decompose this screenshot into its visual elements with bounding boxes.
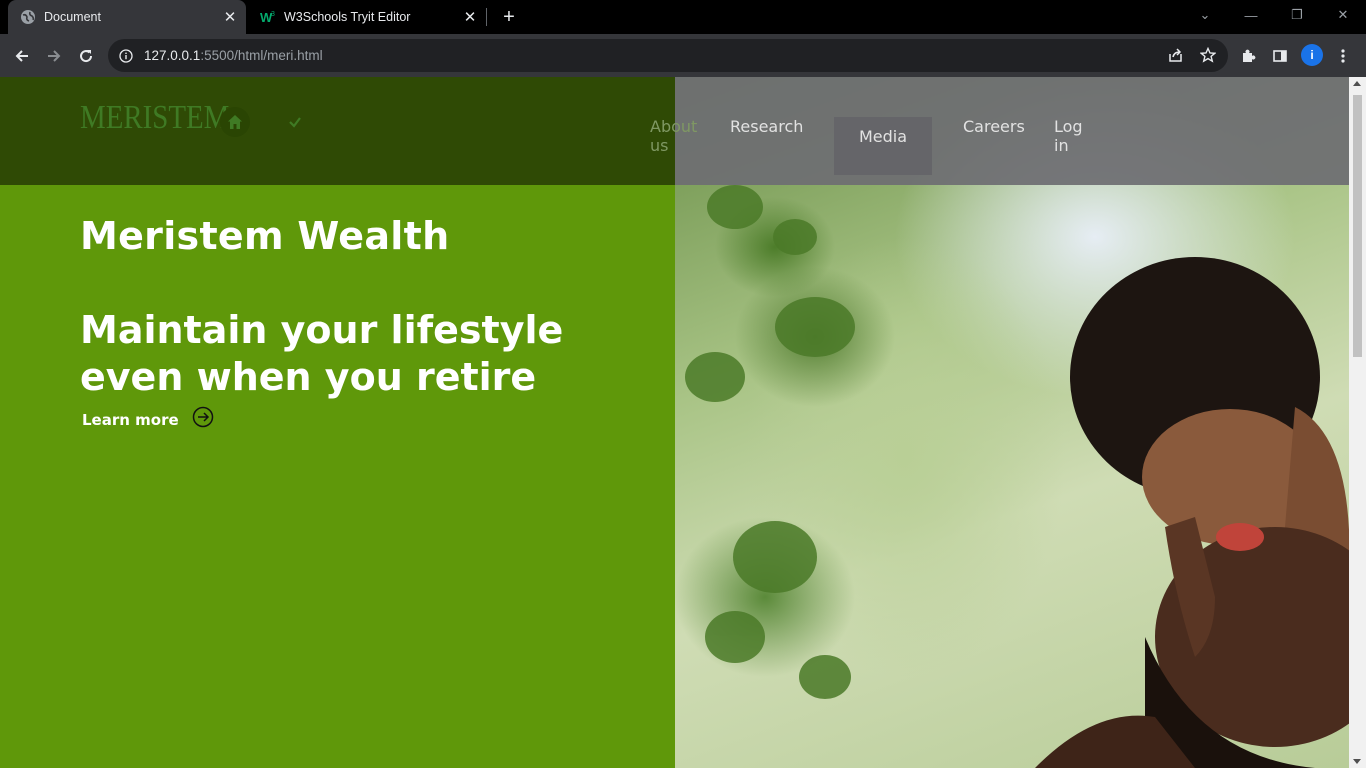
side-panel-icon[interactable] [1267,43,1293,69]
tab-document[interactable]: Document ✕ [8,0,246,34]
reload-button[interactable] [73,43,99,69]
hero-title: Meristem Wealth [80,214,450,258]
menu-kebab-icon[interactable] [1333,43,1353,69]
tab-title: Document [44,10,101,24]
restore-button[interactable]: ❐ [1274,0,1320,30]
scroll-up-icon[interactable] [1353,81,1361,86]
profile-avatar[interactable]: i [1301,44,1323,66]
back-button[interactable] [9,43,35,69]
share-icon[interactable] [1166,45,1186,65]
w3schools-icon: W3 [260,9,276,25]
forward-button[interactable] [41,43,67,69]
extensions-icon[interactable] [1235,43,1261,69]
address-bar[interactable]: 127.0.0.1:5500/html/meri.html [108,39,1228,72]
svg-text:3: 3 [271,11,275,18]
site-info-icon[interactable] [118,48,134,64]
scrollbar-thumb[interactable] [1353,95,1362,357]
nav-link-media-label: Media [858,127,908,146]
arrow-circle-right-icon[interactable] [192,406,214,428]
tab-strip: Document ✕ W3 W3Schools Tryit Editor ✕ +… [0,0,1366,34]
bookmark-star-icon[interactable] [1198,45,1218,65]
nav-link-about[interactable]: About us [650,117,710,155]
close-tab-icon[interactable]: ✕ [220,7,240,27]
scroll-down-icon[interactable] [1353,759,1361,764]
url-text: 127.0.0.1:5500/html/meri.html [144,48,323,63]
learn-more-link[interactable]: Learn more [82,406,214,429]
nav-link-login[interactable]: Log in [1054,117,1094,155]
minimize-button[interactable]: — [1228,0,1274,30]
site-logo[interactable]: MERISTEM [80,99,229,137]
page-scrollbar[interactable] [1349,77,1366,768]
site-header: MERISTEM About us Research Media Careers… [0,77,1349,185]
globe-icon [20,9,36,25]
tab-search-icon[interactable]: ⌄ [1182,0,1228,30]
learn-more-label: Learn more [82,411,179,429]
nav-link-media[interactable]: Media [834,117,932,175]
new-tab-button[interactable]: + [498,6,520,28]
nav-link-careers[interactable]: Careers [963,117,1025,136]
home-icon[interactable] [220,107,250,137]
check-icon[interactable] [287,114,303,130]
close-tab-icon[interactable]: ✕ [460,7,480,27]
browser-toolbar: 127.0.0.1:5500/html/meri.html i [0,34,1366,77]
tab-separator [486,8,487,26]
tab-w3schools[interactable]: W3 W3Schools Tryit Editor ✕ [250,0,486,34]
nav-link-research[interactable]: Research [730,117,803,136]
hero-subtitle: Maintain your lifestyle even when you re… [80,308,564,399]
close-window-button[interactable]: ✕ [1320,0,1366,30]
tab-title: W3Schools Tryit Editor [284,10,411,24]
web-page: MERISTEM About us Research Media Careers… [0,77,1349,768]
